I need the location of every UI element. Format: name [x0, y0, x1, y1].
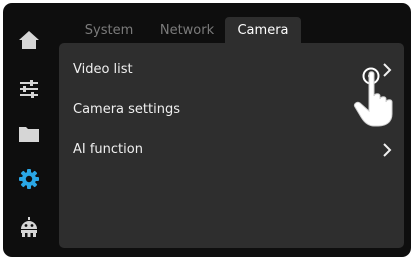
tab-label: Network — [159, 22, 215, 38]
chevron-right-icon — [383, 143, 392, 157]
home-icon — [19, 31, 39, 49]
sidebar-item-robot[interactable] — [16, 214, 42, 240]
tab-label: Camera — [237, 22, 289, 38]
sliders-icon — [20, 80, 38, 98]
sidebar-item-settings[interactable] — [16, 166, 42, 192]
sidebar-item-files[interactable] — [16, 121, 42, 147]
camera-menu-panel: Video list Camera settings AI function — [59, 43, 404, 248]
tab-bar: System Network Camera — [73, 17, 403, 43]
menu-item-label: Video list — [73, 62, 133, 77]
sidebar-item-home[interactable] — [16, 27, 42, 53]
robot-icon — [21, 217, 37, 237]
menu-item-label: Camera settings — [73, 102, 180, 117]
sidebar-item-adjustments[interactable] — [16, 76, 42, 102]
pointing-hand-icon — [354, 71, 393, 127]
device-screen: System Network Camera Video list Camera … — [3, 3, 411, 257]
tab-label: System — [84, 22, 134, 38]
menu-item-ai-function[interactable]: AI function — [59, 134, 404, 170]
tab-camera[interactable]: Camera — [225, 17, 301, 43]
folder-icon — [19, 127, 39, 142]
menu-item-label: AI function — [73, 142, 143, 157]
tab-network[interactable]: Network — [151, 17, 223, 43]
gear-icon — [19, 169, 39, 189]
tab-system[interactable]: System — [73, 17, 145, 43]
sidebar — [3, 3, 55, 257]
